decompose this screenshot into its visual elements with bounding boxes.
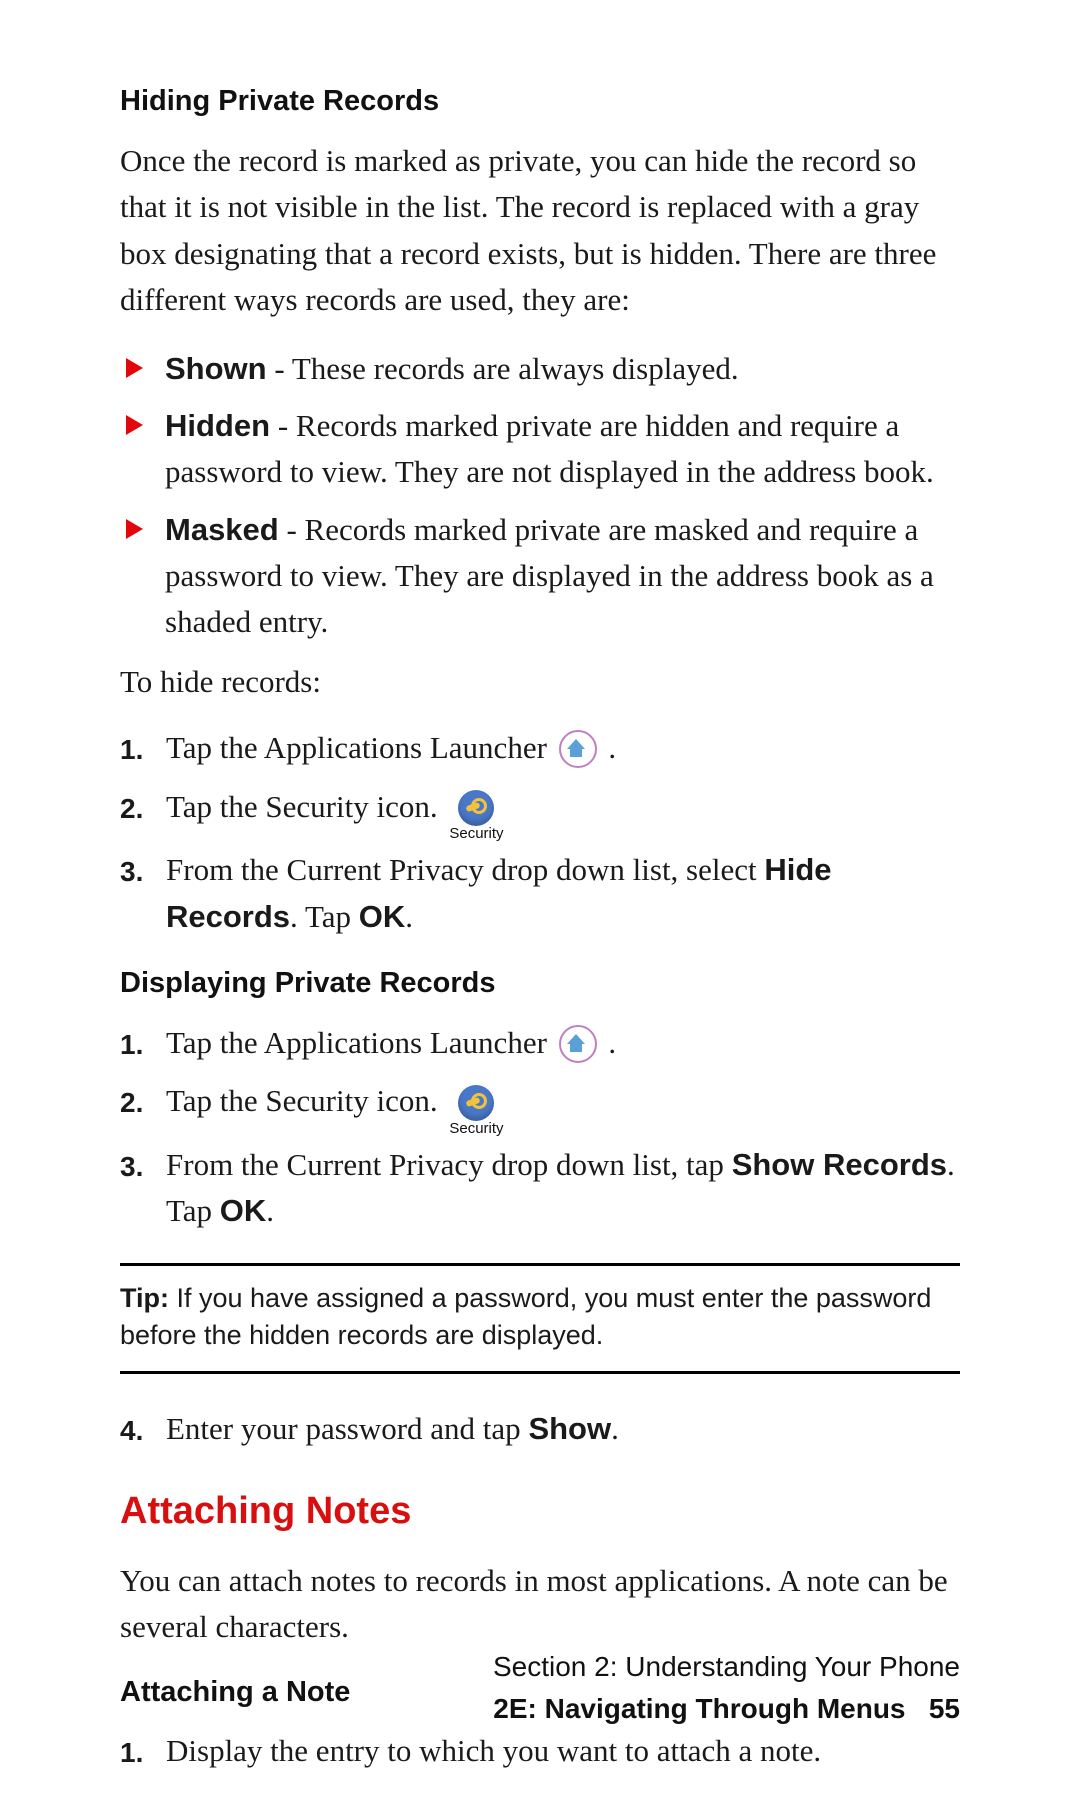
security-icon-label: Security: [449, 826, 503, 841]
list-item: Masked - Records marked private are mask…: [120, 507, 960, 645]
step-item: 1. Tap the Applications Launcher .: [120, 1020, 960, 1067]
triangle-bullet-icon: [126, 358, 143, 378]
step-text: Tap the Security icon. Security: [166, 784, 960, 835]
list-item: Hidden - Records marked private are hidd…: [120, 403, 960, 495]
list-item-text: Shown - These records are always display…: [165, 346, 960, 392]
footer-chapter-title: 2E: Navigating Through Menus: [493, 1693, 905, 1724]
step-item: 2. Tap the Security icon. Security: [120, 1078, 960, 1129]
heading-hiding-private-records: Hiding Private Records: [120, 80, 960, 124]
key-icon: [458, 1085, 494, 1121]
step-number: 3.: [120, 847, 166, 893]
footer-section-title: Section 2: Understanding Your Phone: [0, 1646, 960, 1688]
step-text: From the Current Privacy drop down list,…: [166, 847, 960, 940]
triangle-bullet-icon: [126, 415, 143, 435]
step-text: From the Current Privacy drop down list,…: [166, 1142, 960, 1235]
step-number: 2.: [120, 784, 166, 830]
home-icon: [559, 1025, 597, 1063]
step-number: 4.: [120, 1406, 166, 1452]
step-item: 4. Enter your password and tap Show.: [120, 1406, 960, 1453]
step-number: 1.: [120, 725, 166, 771]
tip-label: Tip:: [120, 1283, 169, 1313]
security-icon-label: Security: [449, 1121, 503, 1136]
paragraph-attaching-notes-intro: You can attach notes to records in most …: [120, 1558, 960, 1651]
step-item: 1. Display the entry to which you want t…: [120, 1728, 960, 1775]
step-item: 3. From the Current Privacy drop down li…: [120, 847, 960, 940]
lead-to-hide-records: To hide records:: [120, 659, 960, 706]
heading-displaying-private-records: Displaying Private Records: [120, 962, 960, 1006]
page-footer: Section 2: Understanding Your Phone 2E: …: [0, 1646, 960, 1730]
key-icon: [458, 790, 494, 826]
step-item: 3. From the Current Privacy drop down li…: [120, 1142, 960, 1235]
step-item: 2. Tap the Security icon. Security: [120, 784, 960, 835]
step-number: 2.: [120, 1078, 166, 1124]
step-text: Display the entry to which you want to a…: [166, 1728, 960, 1775]
record-modes-list: Shown - These records are always display…: [120, 346, 960, 645]
page-number: 55: [929, 1693, 960, 1724]
manual-page: Hiding Private Records Once the record i…: [0, 0, 1080, 1800]
triangle-bullet-icon: [126, 519, 143, 539]
step-number: 1.: [120, 1020, 166, 1066]
list-item-text: Hidden - Records marked private are hidd…: [165, 403, 960, 495]
hide-records-steps: 1. Tap the Applications Launcher . 2. Ta…: [120, 725, 960, 940]
step-text: Tap the Security icon. Security: [166, 1078, 960, 1129]
tip-box: Tip: If you have assigned a password, yo…: [120, 1263, 960, 1375]
heading-attaching-notes: Attaching Notes: [120, 1483, 960, 1540]
list-item-text: Masked - Records marked private are mask…: [165, 507, 960, 645]
step-number: 3.: [120, 1142, 166, 1188]
attach-note-steps: 1. Display the entry to which you want t…: [120, 1728, 960, 1775]
list-item: Shown - These records are always display…: [120, 346, 960, 392]
paragraph-intro-hiding: Once the record is marked as private, yo…: [120, 138, 960, 324]
password-step: 4. Enter your password and tap Show.: [120, 1406, 960, 1453]
step-item: 1. Tap the Applications Launcher .: [120, 725, 960, 772]
step-text: Enter your password and tap Show.: [166, 1406, 960, 1453]
step-number: 1.: [120, 1728, 166, 1774]
show-records-steps: 1. Tap the Applications Launcher . 2. Ta…: [120, 1020, 960, 1235]
security-icon: Security: [449, 1085, 503, 1136]
tip-text: If you have assigned a password, you mus…: [120, 1283, 931, 1351]
step-text: Tap the Applications Launcher .: [166, 1020, 960, 1067]
security-icon: Security: [449, 790, 503, 841]
home-icon: [559, 730, 597, 768]
step-text: Tap the Applications Launcher .: [166, 725, 960, 772]
